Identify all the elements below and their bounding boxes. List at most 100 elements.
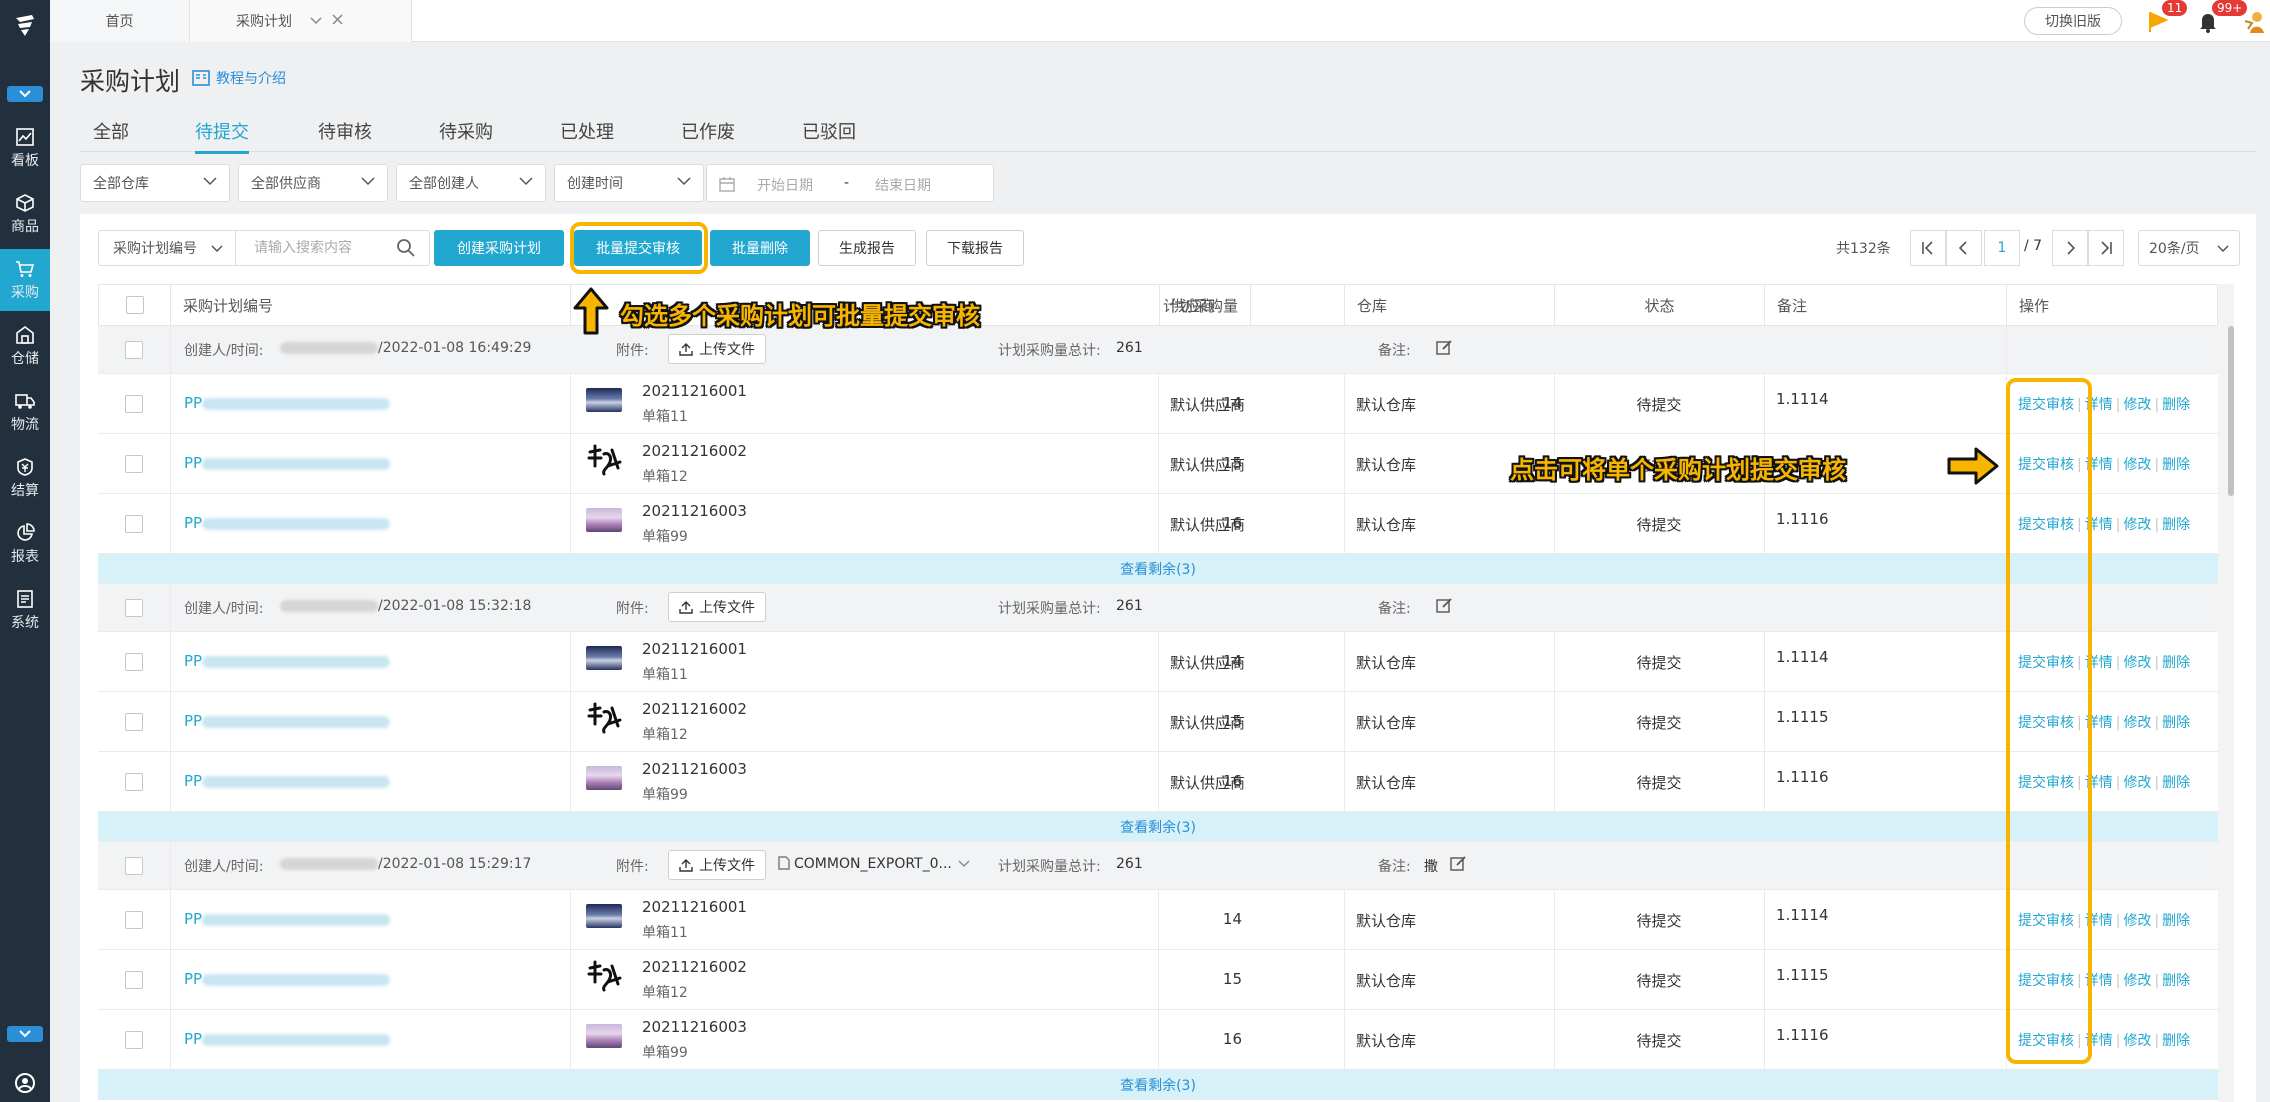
submit-review-link[interactable]: 提交审核 [2018, 775, 2074, 791]
date-range-picker[interactable]: 开始日期 - 结束日期 [706, 164, 994, 202]
tab-voided[interactable]: 已作废 [681, 118, 735, 144]
tab-purchase-plan[interactable]: 采购计划 [190, 0, 412, 42]
time-type-select[interactable]: 创建时间 [554, 164, 704, 202]
table-scrollbar-thumb[interactable] [2228, 326, 2234, 496]
plan-number-link[interactable]: PP [184, 772, 391, 790]
sidebar-item-products[interactable]: 商品 [0, 183, 50, 245]
product-thumbnail[interactable] [586, 388, 622, 412]
supplier-select[interactable]: 全部供应商 [238, 164, 388, 202]
detail-link[interactable]: 详情 [2085, 913, 2113, 929]
row-checkbox[interactable] [125, 713, 143, 731]
row-checkbox[interactable] [125, 971, 143, 989]
submit-review-link[interactable]: 提交审核 [2018, 517, 2074, 533]
warehouse-select[interactable]: 全部仓库 [80, 164, 230, 202]
sidebar-item-settlement[interactable]: 结算 [0, 447, 50, 509]
edit-link[interactable]: 修改 [2123, 457, 2151, 473]
product-thumbnail[interactable] [586, 960, 622, 994]
row-checkbox[interactable] [125, 455, 143, 473]
group-checkbox[interactable] [125, 599, 143, 617]
detail-link[interactable]: 详情 [2085, 655, 2113, 671]
row-checkbox[interactable] [125, 653, 143, 671]
sidebar-item-reports[interactable]: 报表 [0, 513, 50, 575]
edit-link[interactable]: 修改 [2123, 775, 2151, 791]
sidebar-item-purchase[interactable]: 采购 [0, 249, 50, 311]
tab-menu-button[interactable] [310, 14, 322, 29]
submit-review-link[interactable]: 提交审核 [2018, 655, 2074, 671]
plan-number-link[interactable]: PP [184, 970, 391, 988]
row-checkbox[interactable] [125, 773, 143, 791]
product-thumbnail[interactable] [586, 702, 622, 736]
view-remaining-link[interactable]: 查看剩余(3) [98, 812, 2218, 842]
edit-link[interactable]: 修改 [2123, 1033, 2151, 1049]
next-page-button[interactable] [2052, 230, 2088, 266]
user-avatar[interactable] [2242, 6, 2270, 36]
tab-home[interactable]: 首页 [50, 0, 190, 42]
batch-delete-button[interactable]: 批量删除 [710, 230, 810, 266]
submit-review-link[interactable]: 提交审核 [2018, 913, 2074, 929]
create-plan-button[interactable]: 创建采购计划 [434, 230, 564, 266]
detail-link[interactable]: 详情 [2085, 775, 2113, 791]
row-checkbox[interactable] [125, 395, 143, 413]
submit-review-link[interactable]: 提交审核 [2018, 715, 2074, 731]
edit-link[interactable]: 修改 [2123, 397, 2151, 413]
creator-select[interactable]: 全部创建人 [396, 164, 546, 202]
product-thumbnail[interactable] [586, 904, 622, 928]
edit-link[interactable]: 修改 [2123, 913, 2151, 929]
row-checkbox[interactable] [125, 515, 143, 533]
delete-link[interactable]: 删除 [2162, 655, 2190, 671]
sidebar-item-logistics[interactable]: 物流 [0, 381, 50, 443]
flag-notification-button[interactable]: 11 [2146, 0, 2188, 36]
edit-link[interactable]: 修改 [2123, 715, 2151, 731]
submit-review-link[interactable]: 提交审核 [2018, 457, 2074, 473]
row-checkbox[interactable] [125, 911, 143, 929]
detail-link[interactable]: 详情 [2085, 973, 2113, 989]
tutorial-link[interactable]: 教程与介绍 [192, 68, 286, 88]
search-icon[interactable] [396, 238, 416, 258]
detail-link[interactable]: 详情 [2085, 517, 2113, 533]
upload-file-button[interactable]: 上传文件 [668, 592, 766, 622]
detail-link[interactable]: 详情 [2085, 457, 2113, 473]
delete-link[interactable]: 删除 [2162, 913, 2190, 929]
tab-close-button[interactable] [332, 13, 343, 29]
table-row[interactable]: PP 20211216001 单箱11 14 默认仓库 待提交 1.1114 提交审核 | 详情 |… [98, 890, 2218, 950]
table-row[interactable]: PP 20211216002 单箱12 15 默认仓库 待提交 1.1115 提交审核 | 详情 |… [98, 950, 2218, 1010]
product-thumbnail[interactable] [586, 766, 622, 790]
start-date-input[interactable]: 开始日期 [757, 175, 813, 195]
user-account-button[interactable] [14, 1072, 36, 1098]
delete-link[interactable]: 删除 [2162, 397, 2190, 413]
upload-file-button[interactable]: 上传文件 [668, 334, 766, 364]
first-page-button[interactable] [1910, 230, 1946, 266]
submit-review-link[interactable]: 提交审核 [2018, 973, 2074, 989]
plan-number-link[interactable]: PP [184, 394, 391, 412]
plan-number-link[interactable]: PP [184, 514, 391, 532]
delete-link[interactable]: 删除 [2162, 715, 2190, 731]
product-thumbnail[interactable] [586, 508, 622, 532]
search-type-select[interactable]: 采购计划编号 [98, 230, 236, 266]
delete-link[interactable]: 删除 [2162, 973, 2190, 989]
product-thumbnail[interactable] [586, 444, 622, 478]
delete-link[interactable]: 删除 [2162, 457, 2190, 473]
sidebar-item-storage[interactable]: 仓储 [0, 315, 50, 377]
tab-pending-review[interactable]: 待审核 [318, 118, 372, 144]
group-checkbox[interactable] [125, 857, 143, 875]
sidebar-item-system[interactable]: 系统 [0, 579, 50, 641]
end-date-input[interactable]: 结束日期 [875, 175, 931, 195]
group-checkbox[interactable] [125, 341, 143, 359]
edit-remark-button[interactable] [1436, 339, 1453, 360]
table-row[interactable]: PP 20211216003 单箱99 16 默认供应商 默认仓库 待提交 1.1116 提交审… [98, 752, 2218, 812]
upload-file-button[interactable]: 上传文件 [668, 850, 766, 880]
tab-pending-submit[interactable]: 待提交 [195, 118, 249, 154]
sidebar-item-dashboard[interactable]: 看板 [0, 117, 50, 179]
generate-report-button[interactable]: 生成报告 [818, 230, 916, 266]
app-logo[interactable] [0, 0, 50, 50]
last-page-button[interactable] [2088, 230, 2124, 266]
edit-link[interactable]: 修改 [2123, 517, 2151, 533]
tab-rejected[interactable]: 已驳回 [802, 118, 856, 144]
table-row[interactable]: PP 20211216003 单箱99 16 默认仓库 待提交 1.1116 提交审核 | 详情 |… [98, 1010, 2218, 1070]
detail-link[interactable]: 详情 [2085, 715, 2113, 731]
table-row[interactable]: PP 20211216001 单箱11 14 默认供应商 默认仓库 待提交 1.1114 提交审… [98, 632, 2218, 692]
product-thumbnail[interactable] [586, 1024, 622, 1048]
prev-page-button[interactable] [1946, 230, 1982, 266]
switch-old-version-button[interactable]: 切换旧版 [2024, 7, 2122, 35]
table-row[interactable]: PP 20211216003 单箱99 16 默认供应商 默认仓库 待提交 1.1116 提交审… [98, 494, 2218, 554]
